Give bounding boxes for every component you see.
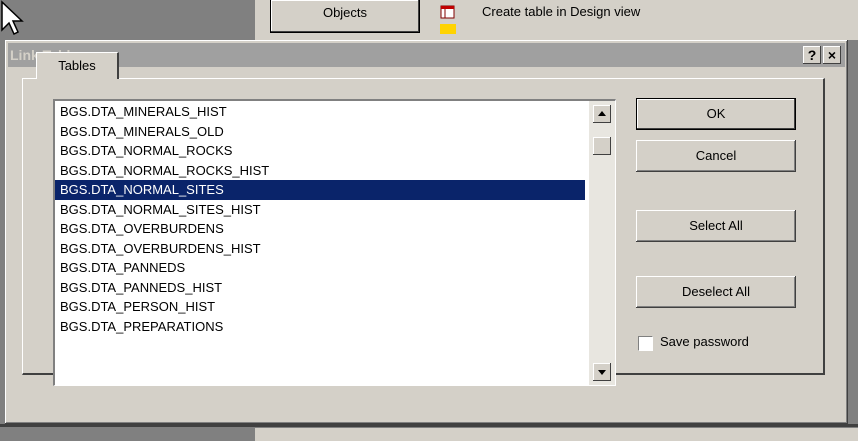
tables-listbox[interactable]: BGS.DTA_MINERALS_HIST BGS.DTA_MINERALS_OL… [53,99,616,386]
save-password-checkbox[interactable] [638,336,653,351]
deselect-all-button[interactable]: Deselect All [636,276,796,308]
list-item[interactable]: BGS.DTA_OVERBURDENS [55,219,585,239]
ok-button[interactable]: OK [636,98,796,130]
table-design-icon [440,5,455,19]
list-item[interactable]: BGS.DTA_PANNEDS [55,258,585,278]
tables-list: BGS.DTA_MINERALS_HIST BGS.DTA_MINERALS_OL… [55,102,585,336]
list-item[interactable]: BGS.DTA_NORMAL_ROCKS_HIST [55,161,585,181]
status-strip [255,428,858,441]
bottom-edge [0,424,858,427]
list-item[interactable]: BGS.DTA_NORMAL_SITES [55,180,585,200]
arrow-up-icon [598,111,606,116]
list-item[interactable]: BGS.DTA_PERSON_HIST [55,297,585,317]
list-item[interactable]: BGS.DTA_MINERALS_HIST [55,102,585,122]
scroll-up-button[interactable] [593,105,611,123]
cancel-button[interactable]: Cancel [636,140,796,172]
list-item[interactable]: BGS.DTA_NORMAL_SITES_HIST [55,200,585,220]
list-item[interactable]: BGS.DTA_PANNEDS_HIST [55,278,585,298]
list-item[interactable]: BGS.DTA_MINERALS_OLD [55,122,585,142]
objects-button[interactable]: Objects [270,0,420,33]
arrow-down-icon [598,370,606,375]
list-item[interactable]: BGS.DTA_NORMAL_ROCKS [55,141,585,161]
table-icon [440,24,456,34]
vertical-scrollbar[interactable] [589,101,615,385]
save-password-label: Save password [660,334,749,349]
help-button[interactable]: ? [803,46,821,64]
create-table-design-view-item[interactable]: Create table in Design view [482,4,640,19]
list-item[interactable]: BGS.DTA_OVERBURDENS_HIST [55,239,585,259]
close-button[interactable]: × [823,46,841,64]
tab-tables[interactable]: Tables [36,52,119,79]
list-item[interactable]: BGS.DTA_PREPARATIONS [55,317,585,337]
scroll-down-button[interactable] [593,363,611,381]
title-bar[interactable]: Link Tables ? × [8,43,845,67]
select-all-button[interactable]: Select All [636,210,796,242]
scroll-thumb[interactable] [593,137,611,155]
